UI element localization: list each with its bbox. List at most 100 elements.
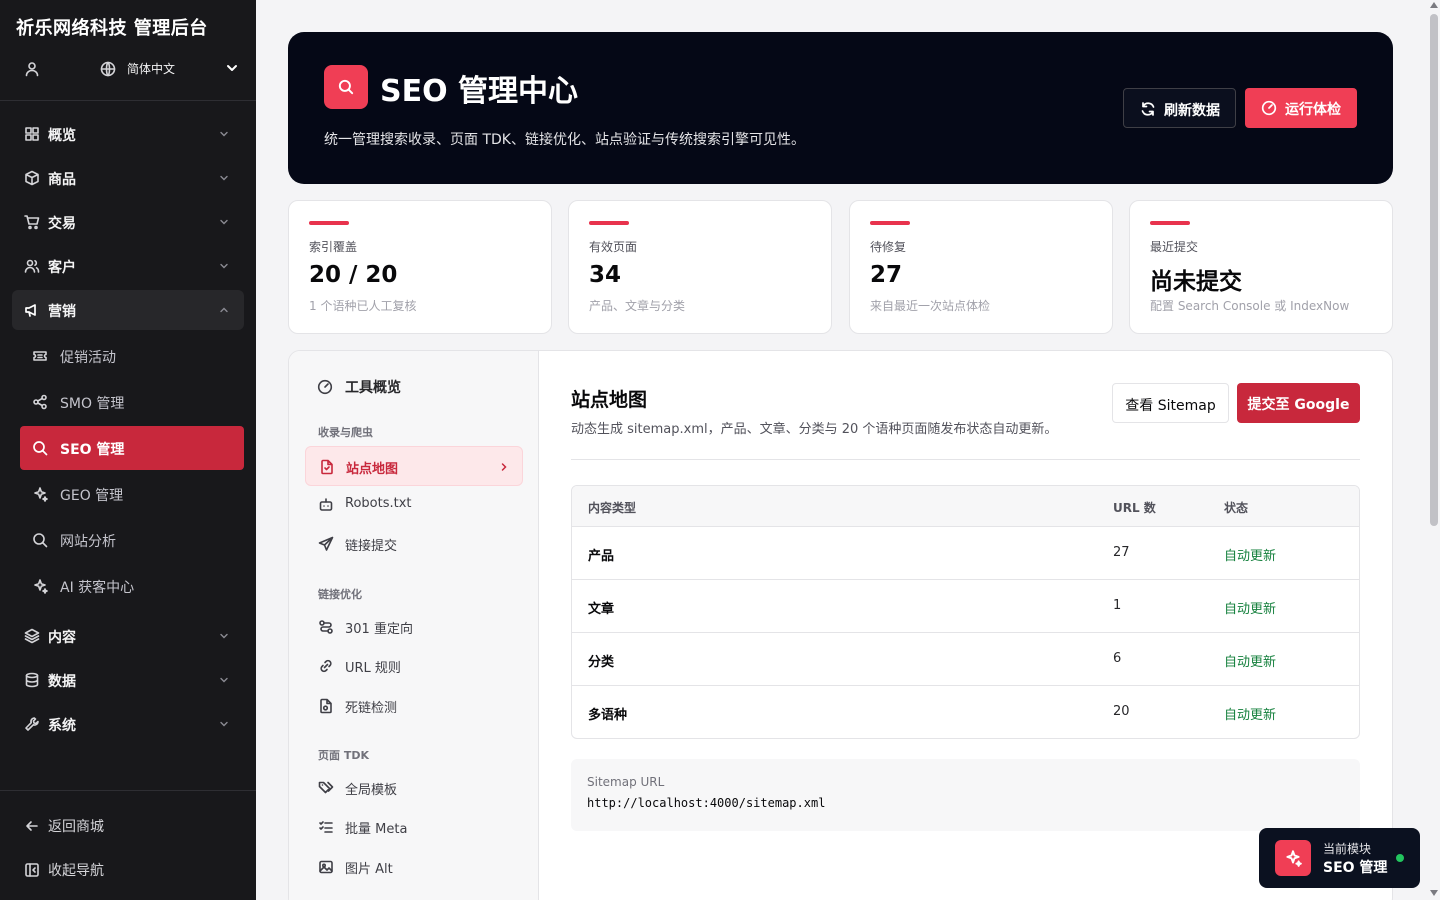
image-icon: [319, 860, 333, 874]
sidebar-item-overview[interactable]: 概览: [12, 114, 244, 154]
file-search-icon: [320, 698, 332, 714]
stat-label: 有效页面: [589, 240, 638, 254]
stat-accent-bar: [589, 221, 629, 225]
scrollbar-thumb[interactable]: [1430, 14, 1438, 526]
run-health-check-button[interactable]: 运行体检: [1245, 88, 1357, 128]
stat-value: 尚未提交: [1150, 269, 1242, 295]
sitemap-table: 内容类型 URL 数 状态 产品 27 自动更新 文章 1 自动更新 分类 6 …: [571, 485, 1360, 739]
table-row: 文章 1 自动更新: [572, 580, 1359, 633]
sidebar-item-orders[interactable]: 交易: [12, 202, 244, 242]
sidebar-subitem-analytics[interactable]: 网站分析: [20, 518, 244, 562]
cell-status: 自动更新: [1224, 655, 1277, 670]
tool-item-global-template[interactable]: 全局模板: [305, 768, 523, 808]
file-icon: [321, 459, 333, 475]
tool-item-sitemap[interactable]: 站点地图: [305, 446, 523, 486]
hero-banner: SEO 管理中心 统一管理搜索收录、页面 TDK、链接优化、站点验证与传统搜索引…: [288, 32, 1393, 184]
globe-icon: [100, 61, 116, 77]
sidebar-item-data[interactable]: 数据: [12, 660, 244, 700]
seo-tools-panel: 工具概览 收录与爬虫 站点地图 Robots.txt 链接提交 链接优化 301…: [288, 350, 1393, 900]
tool-item-label: Robots.txt: [345, 496, 412, 511]
sidebar-item-label: 系统: [48, 718, 76, 734]
stat-sub: 1 个语种已人工复核: [309, 299, 417, 313]
sidebar-divider: [0, 100, 256, 101]
cell-status: 自动更新: [1224, 549, 1277, 564]
ticket-icon: [32, 348, 48, 364]
cart-icon: [24, 214, 40, 230]
search-icon: [32, 440, 48, 456]
tools-overview-label: 工具概览: [345, 380, 401, 396]
stat-sub: 配置 Search Console 或 IndexNow: [1150, 299, 1350, 313]
collapse-nav-label: 收起导航: [48, 863, 104, 879]
sidebar-subitem-geo[interactable]: GEO 管理: [20, 472, 244, 516]
submit-google-label: 提交至 Google: [1247, 397, 1350, 413]
language-select[interactable]: 简体中文: [127, 60, 175, 77]
tool-item-robots[interactable]: Robots.txt: [305, 485, 523, 525]
wrench-icon: [24, 716, 40, 732]
stat-card-last-submit: 最近提交 尚未提交 配置 Search Console 或 IndexNow: [1129, 200, 1393, 334]
stat-sub: 产品、文章与分类: [589, 299, 686, 313]
sidebar-item-products[interactable]: 商品: [12, 158, 244, 198]
sidebar-subitem-label: SMO 管理: [60, 396, 125, 412]
sidebar: 祈乐网络科技 管理后台 简体中文 概览 商品 交易 客户 营销 促销活动 SMO…: [0, 0, 256, 900]
refresh-data-button[interactable]: 刷新数据: [1123, 88, 1236, 128]
tool-item-label: 链接提交: [345, 539, 398, 554]
scroll-down-arrow[interactable]: [1430, 890, 1438, 896]
sidebar-subitem-seo[interactable]: SEO 管理: [20, 426, 244, 470]
view-sitemap-button[interactable]: 查看 Sitemap: [1112, 383, 1229, 423]
user-icon[interactable]: [24, 61, 40, 77]
chevron-up-icon: [218, 304, 230, 316]
page-scrollbar[interactable]: [1428, 0, 1440, 900]
tool-item-label: 全局模板: [345, 783, 398, 798]
tool-item-batch-meta[interactable]: 批量 Meta: [305, 807, 523, 847]
current-module-indicator[interactable]: 当前模块 SEO 管理: [1259, 828, 1420, 888]
table-header: 内容类型 URL 数 状态: [572, 486, 1359, 527]
column-header-type: 内容类型: [588, 501, 637, 515]
hero-badge: [324, 65, 368, 109]
sparkle-icon: [32, 486, 48, 502]
chevron-down-icon: [218, 216, 230, 228]
table-row: 分类 6 自动更新: [572, 633, 1359, 686]
sidebar-subitem-promotions[interactable]: 促销活动: [20, 334, 244, 378]
chevron-down-icon: [218, 128, 230, 140]
sidebar-item-marketing[interactable]: 营销: [12, 290, 244, 330]
tool-group-title: 收录与爬虫: [318, 426, 373, 439]
tool-item-link-submit[interactable]: 链接提交: [305, 524, 523, 564]
table-row: 产品 27 自动更新: [572, 527, 1359, 580]
sidebar-item-customers[interactable]: 客户: [12, 246, 244, 286]
tool-item-label: 批量 Meta: [345, 822, 408, 837]
brand-title: 祈乐网络科技 管理后台: [16, 18, 208, 39]
tool-item-label: 站点地图: [346, 462, 399, 477]
stat-accent-bar: [870, 221, 910, 225]
megaphone-icon: [24, 302, 40, 318]
tool-item-dead-links[interactable]: 死链检测: [305, 686, 523, 726]
chevron-down-icon: [218, 260, 230, 272]
sidebar-subitem-ai-leads[interactable]: AI 获客中心: [20, 564, 244, 608]
view-sitemap-label: 查看 Sitemap: [1125, 398, 1216, 414]
list-check-icon: [319, 821, 333, 833]
tool-item-redirect[interactable]: 301 重定向: [305, 607, 523, 647]
sidebar-subitem-label: 促销活动: [60, 350, 116, 366]
cell-type: 产品: [588, 549, 615, 564]
chevron-down-icon: [218, 630, 230, 642]
sidebar-item-label: 营销: [48, 304, 76, 320]
sidebar-subitem-label: 网站分析: [60, 534, 116, 550]
tool-item-image-alt[interactable]: 图片 Alt: [305, 847, 523, 887]
sidebar-item-content[interactable]: 内容: [12, 616, 244, 656]
table-row: 多语种 20 自动更新: [572, 686, 1359, 738]
sitemap-url-value[interactable]: http://localhost:4000/sitemap.xml: [587, 796, 825, 810]
stat-card-index-coverage: 索引覆盖 20 / 20 1 个语种已人工复核: [288, 200, 552, 334]
sidebar-topline: 简体中文: [0, 52, 256, 86]
sparkle-icon: [32, 578, 48, 594]
stat-label: 待修复: [870, 240, 907, 254]
sidebar-item-label: 商品: [48, 172, 76, 188]
sidebar-item-system[interactable]: 系统: [12, 704, 244, 744]
sidebar-item-label: 概览: [48, 128, 76, 144]
submit-google-button[interactable]: 提交至 Google: [1237, 383, 1360, 423]
cell-count: 1: [1113, 598, 1122, 613]
sidebar-subitem-smo[interactable]: SMO 管理: [20, 380, 244, 424]
chevron-down-icon[interactable]: [225, 61, 239, 75]
tool-item-url-rules[interactable]: URL 规则: [305, 646, 523, 686]
chevron-down-icon: [218, 674, 230, 686]
scroll-up-arrow[interactable]: [1430, 2, 1438, 8]
stat-label: 最近提交: [1150, 240, 1199, 254]
